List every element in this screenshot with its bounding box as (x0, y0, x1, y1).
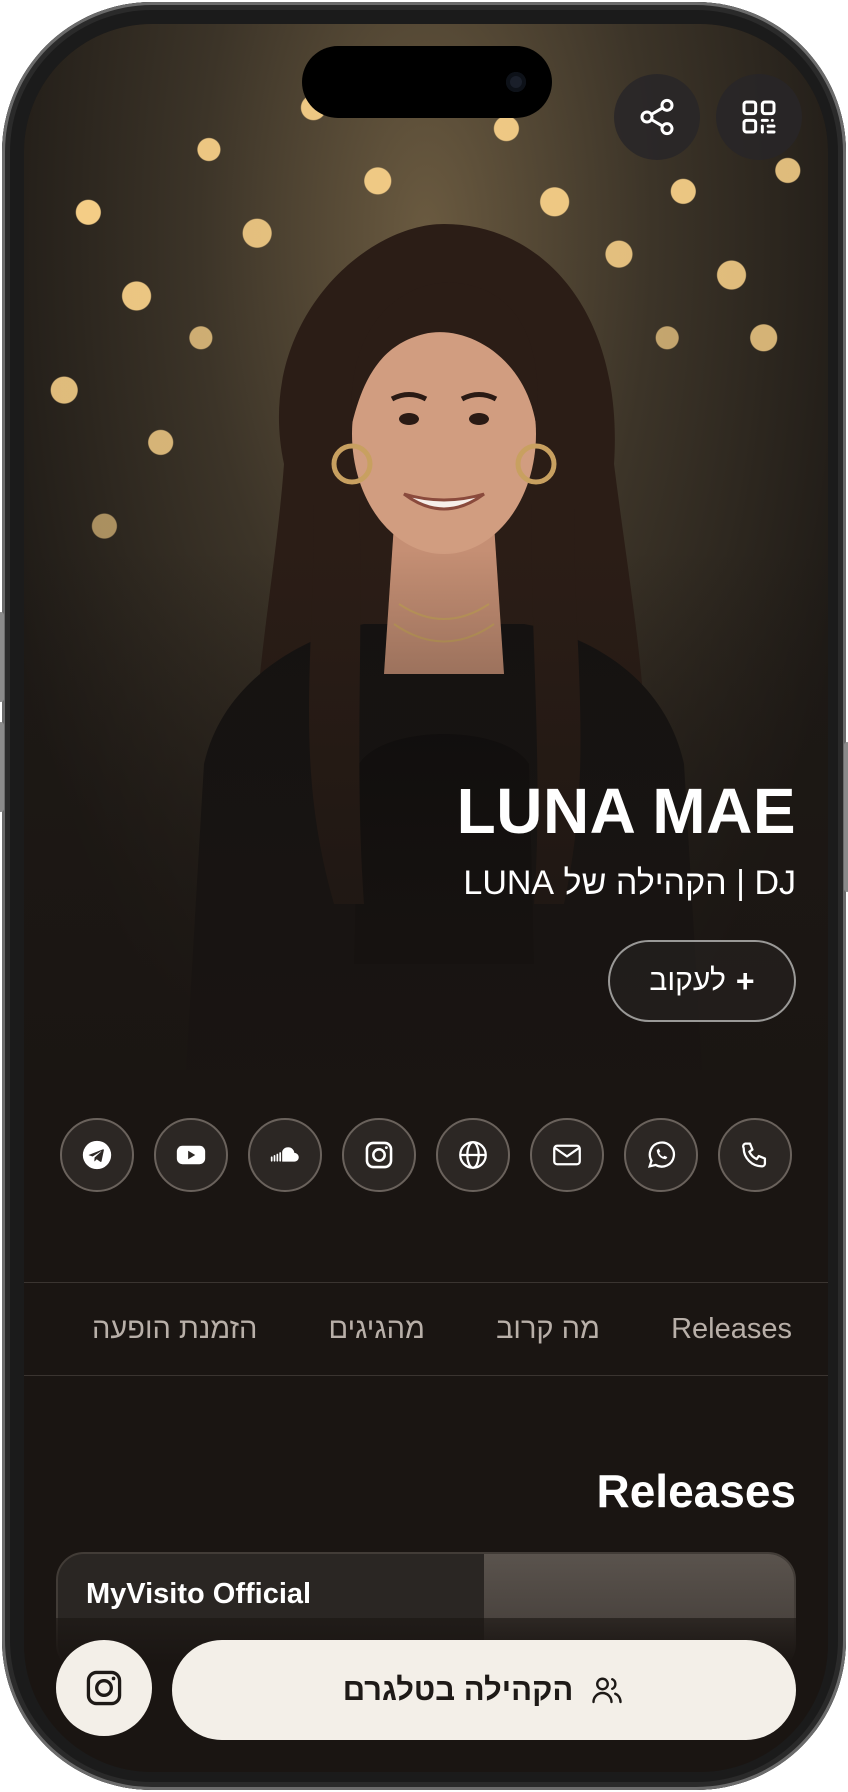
tab-bar: הזמנת הופעה מהגיגים מה קרוב Releases (24, 1282, 828, 1376)
camera-icon (506, 72, 526, 92)
telegram-icon (82, 1140, 112, 1170)
profile-tagline: DJ | הקהילה של LUNA (463, 864, 796, 902)
phone-button[interactable] (718, 1118, 792, 1192)
share-icon (640, 98, 674, 136)
mail-icon (553, 1144, 581, 1166)
soundcloud-icon (270, 1147, 299, 1162)
globe-icon (459, 1141, 487, 1169)
section-title: Releases (596, 1465, 797, 1517)
dynamic-island (302, 46, 552, 118)
share-button[interactable] (614, 74, 700, 160)
instagram-fab[interactable] (56, 1640, 152, 1736)
youtube-icon (176, 1145, 206, 1165)
hero-photo (24, 24, 828, 1070)
volume-button (0, 612, 4, 702)
phone-icon (742, 1142, 767, 1168)
profile-name: LUNA MAE (456, 775, 796, 847)
tab-thoughts[interactable]: מהגיגים (329, 1313, 425, 1346)
tab-releases[interactable]: Releases (671, 1313, 792, 1346)
follow-button[interactable]: + לעקוב (608, 940, 796, 1022)
social-icons-row (60, 1118, 792, 1192)
cta-label: הקהילה בטלגרם (342, 1672, 574, 1707)
whatsapp-button[interactable] (624, 1118, 698, 1192)
youtube-button[interactable] (154, 1118, 228, 1192)
tab-booking[interactable]: הזמנת הופעה (92, 1313, 257, 1346)
follow-label: לעקוב (649, 964, 726, 997)
instagram-button[interactable] (342, 1118, 416, 1192)
whatsapp-icon (647, 1141, 676, 1168)
users-icon (592, 1677, 622, 1704)
volume-button (0, 722, 4, 812)
soundcloud-button[interactable] (248, 1118, 322, 1192)
screen: LUNA MAE DJ | הקהילה של LUNA + לעקוב הזמ… (24, 24, 828, 1772)
telegram-community-button[interactable]: הקהילה בטלגרם (172, 1640, 796, 1740)
telegram-button[interactable] (60, 1118, 134, 1192)
plus-icon: + (735, 962, 755, 999)
tab-upcoming[interactable]: מה קרוב (496, 1313, 600, 1346)
website-button[interactable] (436, 1118, 510, 1192)
phone-frame: LUNA MAE DJ | הקהילה של LUNA + לעקוב הזמ… (0, 2, 848, 1790)
qr-code-icon (742, 100, 776, 134)
instagram-icon (365, 1141, 393, 1169)
qr-code-button[interactable] (716, 74, 802, 160)
email-button[interactable] (530, 1118, 604, 1192)
instagram-icon (86, 1670, 122, 1706)
power-button (844, 742, 848, 892)
release-title: MyVisito Official (86, 1578, 312, 1610)
